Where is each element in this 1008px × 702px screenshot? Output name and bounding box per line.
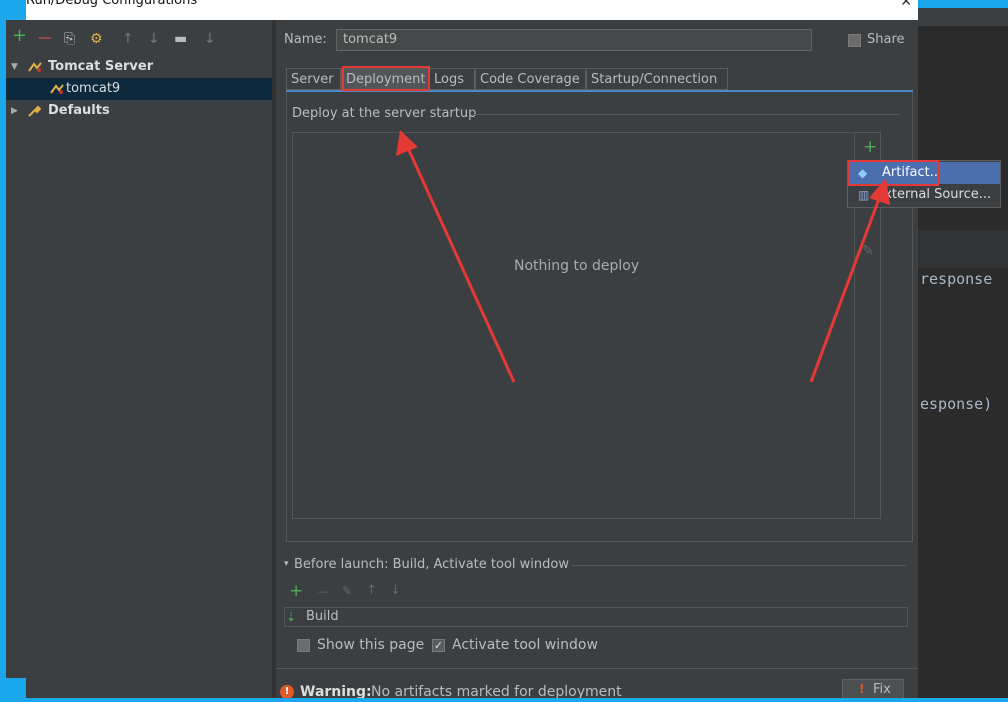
build-icon: ⇣ [286, 610, 297, 624]
dialog-title-bar: Run/Debug Configurations ✕ [26, 0, 918, 20]
tree-item-label: Defaults [48, 103, 110, 118]
expand-arrow-icon[interactable]: ▼ [11, 56, 18, 78]
footer-divider [276, 668, 918, 669]
add-icon[interactable]: + [12, 27, 27, 45]
deployment-list[interactable]: Nothing to deploy [292, 132, 881, 519]
add-icon[interactable]: + [863, 137, 877, 157]
warning-icon: ! [280, 685, 294, 698]
add-icon[interactable]: + [289, 581, 303, 601]
tomcat-icon [50, 84, 64, 94]
frame-corner [0, 678, 26, 702]
empty-state-text: Nothing to deploy [514, 258, 640, 274]
wrench-icon[interactable]: ⚙ [90, 31, 103, 47]
editor-highlight-line [918, 230, 1008, 268]
tab-code-coverage[interactable]: Code Coverage [475, 68, 586, 90]
edit-icon[interactable]: ✎ [862, 243, 874, 259]
show-page-checkbox[interactable] [297, 639, 310, 652]
share-label: Share [867, 32, 905, 47]
tab-startup-connection[interactable]: Startup/Connection [586, 68, 728, 90]
before-launch-toggle-icon[interactable]: ▾ [284, 559, 289, 569]
move-down-icon[interactable]: ↓ [390, 583, 401, 598]
collapse-arrow-icon[interactable]: ▶ [11, 100, 18, 122]
menu-item-external-source[interactable]: ▥ External Source... [848, 184, 1000, 206]
editor-tabbar [918, 8, 1008, 26]
editor-code-line: response [920, 270, 993, 288]
name-label: Name: [284, 32, 327, 47]
tomcat-icon [28, 62, 42, 72]
tree-item-tomcat-server[interactable]: ▼ Tomcat Server [6, 56, 272, 78]
configurations-tree-panel: + — ⎘ ⚙ ↑ ↓ ▬ ↓ ▼ Tomcat Server tomcat9 … [6, 20, 272, 698]
show-page-label: Show this page [317, 637, 425, 653]
remove-icon[interactable]: — [318, 585, 329, 598]
build-item[interactable]: Build [306, 608, 339, 626]
annotation-box-artifact [848, 160, 939, 186]
tree-item-defaults[interactable]: ▶ Defaults [6, 100, 272, 122]
dialog-title: Run/Debug Configurations [26, 0, 198, 8]
sort-icon[interactable]: ↓ [204, 31, 216, 47]
name-input[interactable]: tomcat9 [336, 29, 812, 51]
external-source-icon: ▥ [858, 188, 870, 202]
warning-icon: ! [859, 682, 865, 696]
close-icon[interactable]: ✕ [900, 0, 912, 10]
tab-server[interactable]: Server [286, 68, 341, 90]
configuration-editor: Name: tomcat9 Share Server Deployment Lo… [276, 20, 918, 698]
editor-code-line: esponse) [920, 395, 993, 413]
tree-item-tomcat9[interactable]: tomcat9 [6, 78, 272, 100]
move-down-icon[interactable]: ↓ [148, 31, 160, 47]
editor-background: response esponse) [918, 8, 1008, 698]
run-debug-dialog: + — ⎘ ⚙ ↑ ↓ ▬ ↓ ▼ Tomcat Server tomcat9 … [6, 20, 918, 698]
warning-text: No artifacts marked for deployment [371, 684, 622, 698]
move-up-icon[interactable]: ↑ [366, 583, 377, 598]
activate-tool-window-checkbox[interactable]: ✓ [432, 639, 445, 652]
folder-icon[interactable]: ▬ [174, 31, 187, 47]
move-up-icon[interactable]: ↑ [122, 31, 134, 47]
tree-item-label: Tomcat Server [48, 59, 154, 74]
section-divider [572, 565, 906, 566]
fix-button[interactable]: ! Fix [842, 679, 904, 698]
copy-icon[interactable]: ⎘ [64, 31, 75, 47]
activate-tool-window-label: Activate tool window [452, 637, 598, 653]
edit-icon[interactable]: ✎ [342, 584, 352, 598]
remove-icon[interactable]: — [38, 30, 52, 46]
menu-item-label: External Source... [876, 187, 992, 202]
annotation-box-deployment-tab [342, 66, 430, 91]
deploy-section-label: Deploy at the server startup [292, 106, 477, 121]
before-launch-list[interactable]: ⇣ Build [284, 607, 908, 627]
warning-label: Warning: [300, 684, 372, 698]
tree-item-label: tomcat9 [66, 81, 121, 96]
section-divider [472, 114, 900, 115]
share-checkbox[interactable] [848, 34, 861, 47]
before-launch-label: Before launch: Build, Activate tool wind… [294, 557, 569, 572]
wrench-icon [28, 105, 41, 117]
tab-logs[interactable]: Logs [429, 68, 475, 90]
fix-button-label: Fix [873, 682, 891, 697]
